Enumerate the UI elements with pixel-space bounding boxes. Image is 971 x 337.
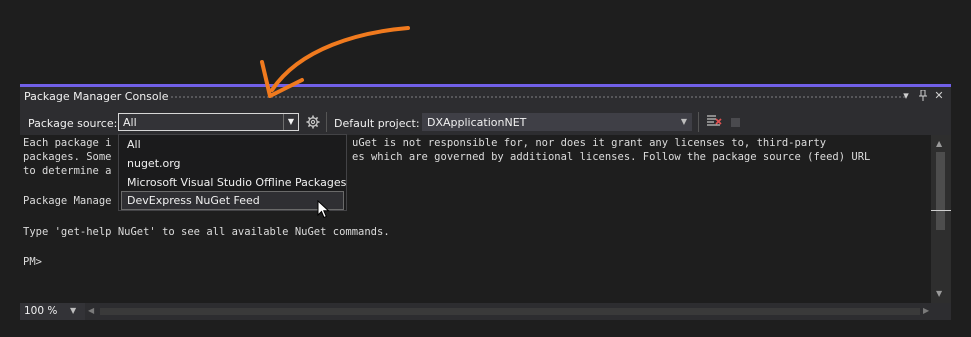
mouse-cursor-icon — [317, 200, 330, 219]
dropdown-option-nuget-org[interactable]: nuget.org — [119, 154, 346, 173]
title-bar: Package Manager Console ▾ ✕ — [20, 87, 951, 105]
zoom-level: 100 % — [24, 305, 58, 317]
console-line-4a: Package Manage — [23, 195, 112, 207]
scroll-up-icon[interactable]: ▲ — [936, 139, 942, 148]
chevron-down-icon[interactable]: ▼ — [70, 306, 76, 315]
console-line-2b: es which are governed by additional lice… — [352, 151, 871, 163]
console-line-1b: uGet is not responsible for, nor does it… — [352, 137, 827, 149]
settings-gear-icon[interactable] — [306, 115, 320, 132]
console-line-3a: to determine a — [23, 165, 112, 177]
default-project-value: DXApplicationNET — [427, 116, 527, 129]
console-prompt: PM> — [23, 256, 42, 268]
option-label: All — [127, 138, 141, 151]
horizontal-scrollbar[interactable] — [100, 308, 920, 315]
clear-console-icon[interactable] — [706, 114, 722, 131]
package-source-value: All — [123, 116, 137, 129]
window-menu-icon[interactable]: ▾ — [900, 90, 912, 102]
dropdown-option-vs-offline[interactable]: Microsoft Visual Studio Offline Packages — [119, 173, 346, 192]
arrow-shaft — [270, 26, 410, 92]
dropdown-option-all[interactable]: All — [119, 135, 346, 154]
option-label: nuget.org — [127, 157, 181, 170]
default-project-label: Default project: — [334, 117, 420, 130]
console-help-line: Type 'get-help NuGet' to see all availab… — [23, 226, 390, 238]
scroll-down-icon[interactable]: ▼ — [936, 289, 942, 298]
scroll-right-icon[interactable]: ▶ — [923, 306, 929, 315]
scroll-position-marker — [931, 210, 951, 211]
vertical-scrollbar[interactable]: ▲ ▼ — [931, 135, 951, 303]
toolbar-separator — [698, 112, 699, 132]
zoom-select[interactable]: 100 % ▼ — [20, 303, 85, 320]
dropdown-option-devexpress[interactable]: DevExpress NuGet Feed — [121, 191, 344, 210]
panel-title: Package Manager Console — [24, 90, 169, 103]
console-line-1a: Each package i — [23, 137, 112, 149]
option-label: Microsoft Visual Studio Offline Packages — [127, 176, 347, 189]
close-icon[interactable]: ✕ — [933, 90, 945, 102]
drag-grip[interactable] — [170, 95, 907, 100]
chevron-down-icon[interactable]: ▼ — [283, 114, 298, 130]
package-source-select[interactable]: All ▼ — [118, 113, 299, 131]
package-source-dropdown-list: All nuget.org Microsoft Visual Studio Of… — [118, 134, 347, 211]
chevron-down-icon[interactable]: ▼ — [677, 114, 691, 130]
option-label: DevExpress NuGet Feed — [127, 194, 260, 207]
stop-icon[interactable] — [731, 118, 740, 127]
status-bar: 100 % ▼ ◀ ▶ — [20, 303, 951, 320]
console-line-2a: packages. Some — [23, 151, 112, 163]
pin-icon[interactable] — [917, 89, 929, 102]
scroll-left-icon[interactable]: ◀ — [88, 306, 94, 315]
package-source-label: Package source: — [28, 117, 118, 130]
scrollbar-thumb[interactable] — [936, 152, 945, 230]
toolbar: Package source: All ▼ Default project: D… — [20, 105, 951, 135]
toolbar-separator — [326, 112, 327, 132]
default-project-select[interactable]: DXApplicationNET ▼ — [422, 113, 692, 131]
